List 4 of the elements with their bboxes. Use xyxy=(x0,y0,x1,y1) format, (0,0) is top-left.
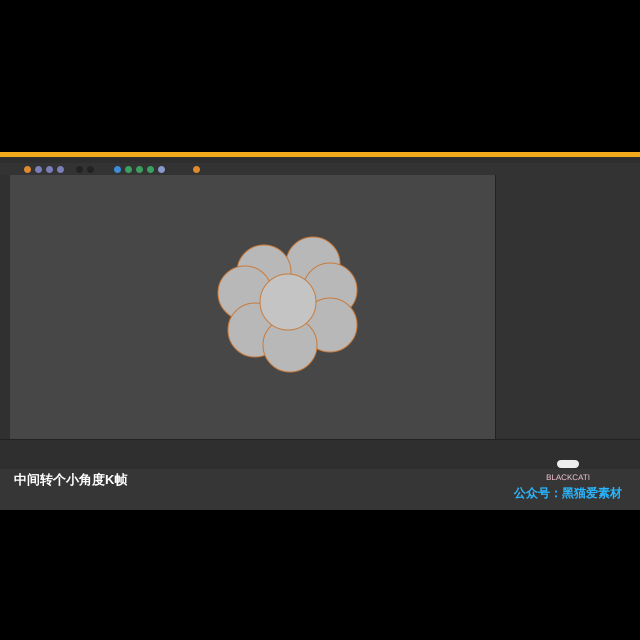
toolbar-icon[interactable] xyxy=(193,166,200,172)
subtitle: 中间转个小角度K帧 xyxy=(14,471,128,489)
account-caption: 公众号：黑猫爱素材 xyxy=(514,485,622,502)
logo-text: BLACKCATI xyxy=(546,472,590,484)
